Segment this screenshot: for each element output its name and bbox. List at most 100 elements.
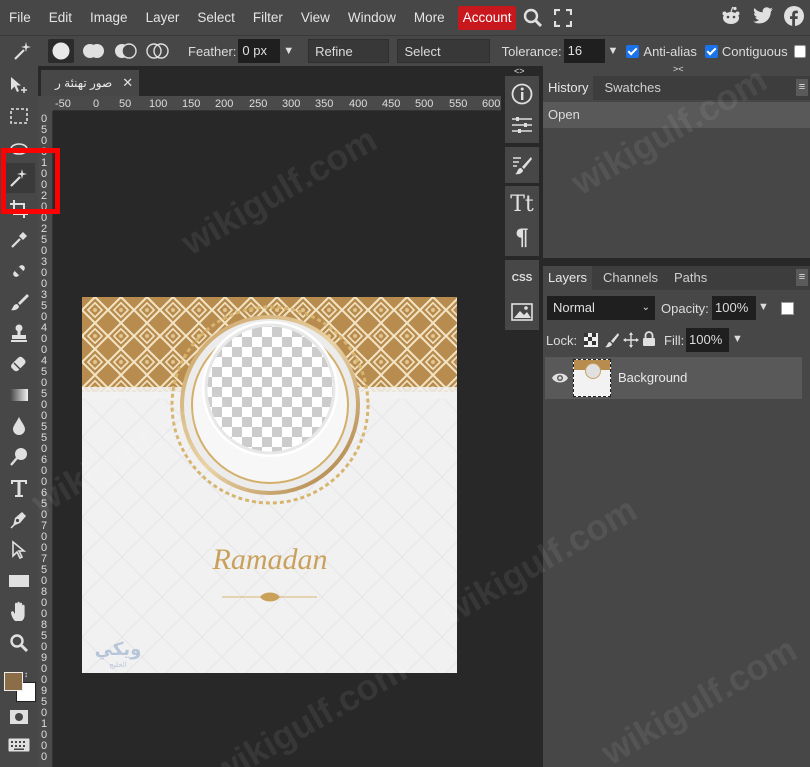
menu-more[interactable]: More — [405, 0, 454, 35]
character-icon[interactable]: Tt — [505, 186, 539, 222]
ruler-v-digit: 0 — [41, 267, 48, 279]
menu-filter[interactable]: Filter — [244, 0, 292, 35]
blur-tool[interactable] — [3, 411, 35, 441]
gradient-tool[interactable] — [3, 380, 35, 410]
rectangle-shape-icon — [9, 575, 29, 587]
selection-add-icon[interactable] — [82, 41, 106, 61]
layers-menu-icon[interactable]: ≡ — [796, 269, 808, 286]
dodge-tool[interactable] — [3, 442, 35, 472]
document-tab[interactable]: صور تهنئة ر ✕ — [41, 70, 139, 96]
image-icon[interactable] — [505, 294, 539, 330]
document-tab-bar: صور تهنئة ر ✕ — [38, 66, 501, 96]
feather-dropdown-icon[interactable]: ▼ — [283, 45, 294, 57]
path-select-tool[interactable] — [3, 535, 35, 565]
quick-mask-tool[interactable] — [3, 706, 35, 728]
ruler-v-digit: 0 — [41, 410, 48, 422]
type-tool[interactable] — [3, 473, 35, 503]
menu-edit[interactable]: Edit — [40, 0, 81, 35]
selection-new-icon[interactable] — [48, 39, 74, 63]
menu-window[interactable]: Window — [339, 0, 405, 35]
tab-channels[interactable]: Channels — [598, 266, 663, 290]
collapse-arrows-icon[interactable]: <> — [514, 66, 525, 76]
menu-view[interactable]: View — [292, 0, 339, 35]
fill-input[interactable]: 100% — [686, 328, 729, 352]
stamp-tool[interactable] — [3, 318, 35, 348]
fullscreen-icon[interactable] — [550, 0, 576, 35]
opacity-input[interactable]: 100% — [712, 296, 756, 320]
options-bar: Feather: 0 px ▼ Refine Edge Select Subje… — [0, 35, 810, 83]
close-icon[interactable]: ✕ — [122, 75, 133, 91]
ruler-v-digit: 0 — [41, 212, 48, 224]
ruler-v-digit: 0 — [41, 465, 48, 477]
keyboard-icon — [8, 738, 30, 752]
keyboard-tool[interactable] — [3, 734, 35, 756]
antialias-checkbox[interactable]: Anti-alias — [626, 44, 697, 59]
contiguous-checkbox[interactable]: Contiguous — [704, 44, 788, 59]
path-select-icon — [12, 540, 27, 560]
panel-collapse-icon[interactable]: >< — [673, 64, 684, 74]
lock-transparency-icon[interactable] — [584, 333, 598, 350]
opacity-extra-checkbox[interactable] — [781, 302, 794, 315]
facebook-icon[interactable] — [784, 6, 804, 29]
move-tool[interactable] — [3, 70, 35, 100]
ruler-v-digit: 0 — [41, 476, 48, 488]
feather-input[interactable]: 0 px — [238, 39, 281, 63]
select-subject-button[interactable]: Select Subject — [397, 39, 490, 83]
opacity-dropdown-icon[interactable]: ▼ — [758, 301, 769, 313]
pen-icon — [10, 512, 26, 529]
search-icon[interactable] — [520, 0, 546, 35]
shape-tool[interactable] — [3, 566, 35, 596]
selection-intersect-icon[interactable] — [146, 41, 170, 61]
lock-move-icon[interactable] — [623, 332, 639, 351]
tolerance-input[interactable]: 16 — [563, 39, 605, 63]
eraser-tool[interactable] — [3, 349, 35, 379]
eye-icon[interactable] — [551, 371, 569, 388]
tool-highlight-box — [1, 148, 60, 214]
reddit-icon[interactable] — [720, 6, 742, 29]
zoom-tool[interactable] — [3, 628, 35, 658]
paragraph-icon[interactable]: ¶ — [505, 220, 539, 256]
foreground-color-swatch[interactable] — [4, 672, 23, 691]
tab-swatches[interactable]: Swatches — [599, 76, 665, 100]
tab-layers[interactable]: Layers — [543, 266, 593, 290]
history-item[interactable]: Open — [543, 102, 810, 128]
account-button[interactable]: Account — [457, 5, 517, 30]
blend-mode-select[interactable]: Normal ⌄ — [547, 296, 655, 320]
ruler-h-label: 300 — [282, 98, 301, 110]
eyedropper-icon — [11, 232, 27, 248]
menu-image[interactable]: Image — [81, 0, 137, 35]
twitter-icon[interactable] — [752, 7, 774, 28]
ruler-v-digit: 2 — [41, 223, 48, 235]
menu-layer[interactable]: Layer — [137, 0, 189, 35]
tab-history[interactable]: History — [543, 76, 594, 100]
lock-paint-icon[interactable] — [604, 332, 620, 351]
menu-file[interactable]: File — [0, 0, 40, 35]
swap-colors-icon[interactable]: ↕ — [24, 670, 28, 679]
marquee-tool[interactable] — [3, 101, 35, 131]
history-menu-icon[interactable]: ≡ — [796, 79, 808, 96]
menu-select[interactable]: Select — [188, 0, 244, 35]
refine-edge-button[interactable]: Refine Edge — [308, 39, 390, 83]
ruler-v-digit: 5 — [41, 432, 48, 444]
extra-checkbox[interactable] — [793, 44, 806, 58]
svg-text:ويكي: ويكي — [95, 639, 142, 660]
selection-subtract-icon[interactable] — [114, 41, 138, 61]
fill-dropdown-icon[interactable]: ▼ — [732, 333, 743, 345]
eyedropper-tool[interactable] — [3, 225, 35, 255]
ruler-v-digit: 3 — [41, 256, 48, 268]
tolerance-dropdown-icon[interactable]: ▼ — [608, 45, 619, 57]
adjustments-icon[interactable] — [505, 107, 539, 143]
brush-settings-icon[interactable] — [505, 147, 539, 183]
image-canvas[interactable]: Ramadan ويكي الخليج — [82, 297, 457, 673]
pen-tool[interactable] — [3, 504, 35, 534]
css-icon[interactable]: CSS — [505, 260, 539, 296]
lock-all-icon[interactable] — [642, 331, 656, 350]
ruler-v-digit: 5 — [41, 696, 48, 708]
hand-tool[interactable] — [3, 597, 35, 627]
ruler-v-digit: 0 — [41, 443, 48, 455]
tab-paths[interactable]: Paths — [669, 266, 712, 290]
layer-row[interactable]: Background — [545, 357, 802, 399]
ruler-v-digit: 0 — [41, 113, 48, 125]
brush-tool[interactable] — [3, 287, 35, 317]
healing-tool[interactable] — [3, 256, 35, 286]
